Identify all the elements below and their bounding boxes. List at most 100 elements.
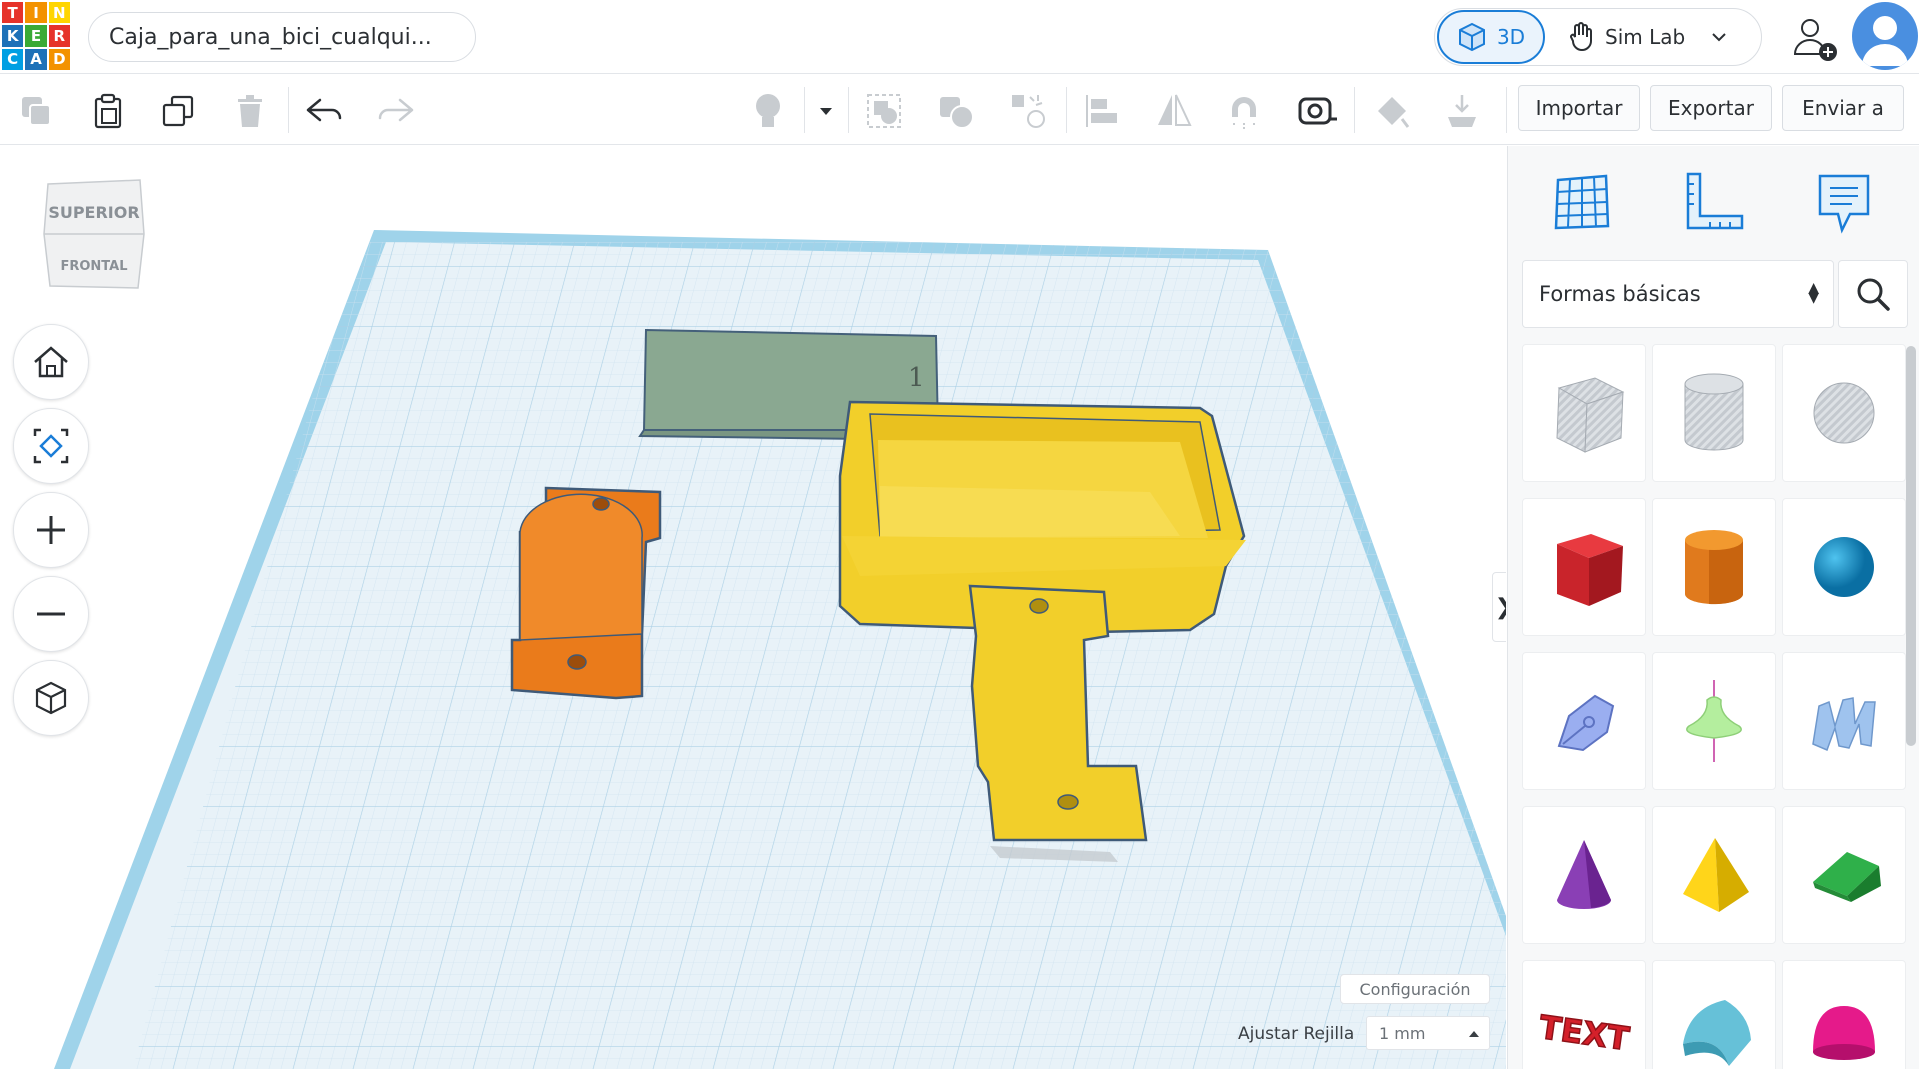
user-avatar[interactable] xyxy=(1852,2,1918,70)
shape-text[interactable]: TEXT xyxy=(1522,960,1646,1069)
paint-button[interactable] xyxy=(1370,89,1414,133)
shape-scribble[interactable] xyxy=(1522,652,1646,790)
tinkercad-logo[interactable]: T I N K E R C A D xyxy=(2,2,70,70)
projection-button[interactable] xyxy=(13,660,89,736)
project-title[interactable]: Caja_para_una_bici_cualqui... xyxy=(88,12,476,62)
undo-button[interactable] xyxy=(302,89,346,133)
shape-category-select[interactable]: Formas básicas ▲ ▼ xyxy=(1522,260,1834,328)
view-cube[interactable]: SUPERIOR FRONTAL xyxy=(40,178,150,296)
group-button[interactable] xyxy=(862,89,906,133)
updown-icon: ▲ ▼ xyxy=(1808,280,1819,306)
search-icon xyxy=(1857,278,1890,311)
cube-3d-icon xyxy=(1458,22,1485,52)
fit-view-button[interactable] xyxy=(13,408,89,484)
toolbar-divider xyxy=(1506,87,1507,133)
ungroup-icon xyxy=(940,97,974,129)
panel-collapse-toggle[interactable]: ❯ xyxy=(1492,572,1506,642)
notes-button[interactable] xyxy=(1808,166,1880,238)
scribble-icon xyxy=(1557,694,1615,752)
grid-view-button[interactable] xyxy=(1546,166,1618,238)
logo-letter: N xyxy=(48,2,70,24)
view-cube-top-label[interactable]: SUPERIOR xyxy=(48,203,139,222)
drop-button[interactable] xyxy=(1440,89,1484,133)
hand-icon xyxy=(1570,22,1592,51)
hole-solid-button[interactable] xyxy=(1006,89,1050,133)
export-button[interactable]: Exportar xyxy=(1650,85,1772,131)
shape-category-value: Formas básicas xyxy=(1539,282,1701,306)
half-cylinder-icon xyxy=(1683,1000,1751,1066)
measure-tape-icon xyxy=(1298,97,1337,125)
shape-graph[interactable] xyxy=(1652,652,1776,790)
workplane-settings-button[interactable]: Configuración xyxy=(1340,974,1490,1004)
graph-icon xyxy=(1686,680,1742,762)
duplicate-button[interactable] xyxy=(156,89,200,133)
light-dropdown[interactable] xyxy=(806,89,846,133)
shape-pyramid[interactable] xyxy=(1652,806,1776,944)
snap-grid-value: 1 mm xyxy=(1379,1023,1426,1043)
logo-letter: K xyxy=(2,25,24,47)
simlab-button[interactable]: Sim Lab xyxy=(1567,21,1685,53)
grid-icon xyxy=(1554,174,1610,230)
lightbulb-icon xyxy=(756,94,780,127)
copy-button[interactable] xyxy=(14,89,58,133)
workplane-canvas[interactable]: 1 SUPERIOR FRONTAL Configuración Ajustar… xyxy=(0,146,1506,1069)
avatar-icon xyxy=(1862,16,1908,66)
red-box-icon xyxy=(1557,534,1623,606)
light-button[interactable] xyxy=(746,89,790,133)
send-to-button[interactable]: Enviar a xyxy=(1782,85,1904,131)
panel-scrollbar[interactable] xyxy=(1906,346,1916,746)
shape-box[interactable] xyxy=(1522,498,1646,636)
3d-label: 3D xyxy=(1496,25,1526,49)
import-button[interactable]: Importar xyxy=(1518,85,1640,131)
zoom-in-button[interactable] xyxy=(13,492,89,568)
chevron-down-icon[interactable] xyxy=(1711,31,1727,43)
search-button[interactable] xyxy=(1838,260,1908,328)
undo-icon xyxy=(306,98,342,122)
home-view-button[interactable] xyxy=(13,324,89,400)
plus-icon xyxy=(37,516,65,544)
align-button[interactable] xyxy=(1080,89,1124,133)
toolbar-divider xyxy=(848,87,849,133)
note-label: 1 xyxy=(908,363,925,393)
shape-cylinder[interactable] xyxy=(1652,498,1776,636)
shape-paraboloid[interactable] xyxy=(1782,960,1906,1069)
trash-icon xyxy=(238,95,262,127)
mirror-button[interactable] xyxy=(1152,89,1196,133)
ruler-button[interactable] xyxy=(1678,166,1750,238)
shape-3d-text[interactable] xyxy=(1782,652,1906,790)
3d-view-button[interactable]: 3D xyxy=(1437,10,1545,64)
logo-letter: R xyxy=(48,25,70,47)
copy-icon xyxy=(22,97,51,126)
shape-roof[interactable] xyxy=(1782,806,1906,944)
paste-button[interactable] xyxy=(86,89,130,133)
edit-toolbar: Importar Exportar Enviar a xyxy=(0,75,1919,145)
toolbar-divider xyxy=(288,87,289,133)
ruler-tool-button[interactable] xyxy=(1296,89,1340,133)
zoom-out-button[interactable] xyxy=(13,576,89,652)
cube-outline-icon xyxy=(35,681,67,715)
orange-clamp[interactable] xyxy=(510,486,662,700)
sphere-hole-icon xyxy=(1813,382,1875,444)
workplane-scene[interactable]: 1 xyxy=(0,146,1506,1069)
shape-cylinder-hole[interactable] xyxy=(1652,344,1776,482)
delete-button[interactable] xyxy=(228,89,272,133)
logo-letter: D xyxy=(48,48,70,70)
shape-half-cylinder[interactable] xyxy=(1652,960,1776,1069)
view-cube-front-label[interactable]: FRONTAL xyxy=(60,259,127,274)
shape-sphere-hole[interactable] xyxy=(1782,344,1906,482)
shape-sphere[interactable] xyxy=(1782,498,1906,636)
orange-cylinder-icon xyxy=(1685,530,1744,605)
yellow-pyramid-icon xyxy=(1683,838,1749,912)
snap-grid-select[interactable]: 1 mm xyxy=(1366,1016,1490,1050)
logo-letter: I xyxy=(25,2,47,24)
redo-button[interactable] xyxy=(374,89,418,133)
green-roof-icon xyxy=(1813,852,1881,902)
blue-sphere-icon xyxy=(1814,537,1874,597)
shape-box-hole[interactable] xyxy=(1522,344,1646,482)
cruise-button[interactable] xyxy=(1222,89,1266,133)
purple-cone-icon xyxy=(1557,840,1611,909)
add-user-icon[interactable] xyxy=(1790,14,1840,64)
ungroup-button[interactable] xyxy=(934,89,978,133)
shape-cone[interactable] xyxy=(1522,806,1646,944)
toolbar-divider xyxy=(1354,87,1355,133)
